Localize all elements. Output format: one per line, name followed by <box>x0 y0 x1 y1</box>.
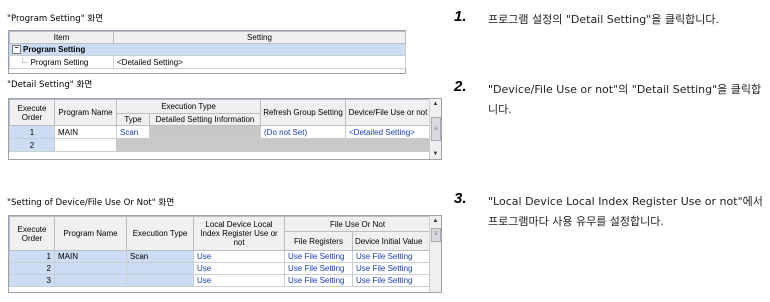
table-row[interactable]: 2 <box>9 138 431 152</box>
scroll-down-icon[interactable]: ▼ <box>430 149 441 159</box>
scroll-up-icon[interactable]: ▲ <box>430 99 441 109</box>
detailed-info-cell <box>149 138 261 152</box>
table-row[interactable]: 1 MAIN Scan Use Use File Setting Use Fil… <box>9 250 431 263</box>
program-name-cell[interactable] <box>54 138 117 152</box>
scroll-thumb[interactable]: ≡ <box>431 228 441 242</box>
program-name-cell: MAIN <box>54 250 127 263</box>
type-cell <box>116 138 150 152</box>
detail-setting-grid: Execute Order Program Name Execution Typ… <box>8 98 442 160</box>
program-name-cell[interactable]: MAIN <box>54 125 117 139</box>
execution-type-cell: Scan <box>126 250 194 263</box>
file-registers-header: File Registers <box>284 231 353 251</box>
execute-order-cell: 2 <box>9 262 55 275</box>
tree-connector-icon: └· <box>20 57 29 67</box>
execute-order-header: Execute Order <box>9 99 55 126</box>
table-row[interactable]: 3 Use Use File Setting Use File Setting <box>9 274 431 287</box>
program-setting-grid: Item Setting − Program Setting └· Program… <box>8 30 406 74</box>
execute-order-cell: 3 <box>9 274 55 287</box>
device-grid-scrollbar[interactable]: ▲ ≡ <box>429 216 441 292</box>
step-1: 1. 프로그램 설정의 "Detail Setting"을 클릭합니다. <box>454 8 764 52</box>
device-file-header: Device/File Use or not <box>345 99 431 126</box>
refresh-group-cell <box>260 138 346 152</box>
detail-setting-caption: "Detail Setting" 화면 <box>7 80 93 90</box>
device-file-grid: Execute Order Program Name Execution Typ… <box>8 215 442 293</box>
program-name-cell <box>54 274 127 287</box>
step-text: 프로그램 설정의 "Detail Setting"을 클릭합니다. <box>488 13 719 26</box>
step-number: 3. <box>454 190 467 207</box>
detailed-setting-cell[interactable]: <Detailed Setting> <box>113 55 406 69</box>
device-file-detail-cell <box>345 138 431 152</box>
type-cell[interactable]: Scan <box>116 125 150 139</box>
program-name-header: Program Name <box>54 99 117 126</box>
file-registers-cell[interactable]: Use File Setting <box>284 274 353 287</box>
device-initial-cell[interactable]: Use File Setting <box>352 250 431 263</box>
device-initial-cell[interactable]: Use File Setting <box>352 262 431 275</box>
detailed-info-header: Detailed Setting Information <box>149 113 261 126</box>
device-file-detail-cell[interactable]: <Detailed Setting> <box>345 125 431 139</box>
file-use-header: File Use Or Not <box>284 216 431 232</box>
step-text: "Device/File Use or not"의 "Detail Settin… <box>488 83 762 116</box>
program-setting-group[interactable]: − Program Setting <box>9 43 114 56</box>
program-name-cell <box>54 262 127 275</box>
program-setting-caption: "Program Setting" 화면 <box>7 14 104 24</box>
scroll-thumb[interactable]: ≡ <box>431 117 441 141</box>
local-device-cell[interactable]: Use <box>193 262 285 275</box>
local-device-cell[interactable]: Use <box>193 274 285 287</box>
scroll-up-icon[interactable]: ▲ <box>430 216 441 226</box>
step-3: 3. "Local Device Local Index Register Us… <box>454 190 764 260</box>
step-2: 2. "Device/File Use or not"의 "Detail Set… <box>454 78 764 122</box>
execute-order-cell: 1 <box>9 125 55 139</box>
detailed-info-cell <box>149 125 261 139</box>
program-setting-group-label: Program Setting <box>23 44 86 54</box>
item-column-header: Item <box>9 31 114 44</box>
program-setting-item-label: Program Setting <box>30 57 89 67</box>
collapse-toggle-icon[interactable]: − <box>12 45 21 55</box>
execute-order-cell: 2 <box>9 138 55 152</box>
program-setting-item[interactable]: └· Program Setting <box>9 55 114 69</box>
refresh-group-header: Refresh Group Setting <box>260 99 346 126</box>
execution-type-header: Execution Type <box>126 216 194 251</box>
step-text: "Local Device Local Index Register Use o… <box>488 195 763 228</box>
execution-type-header: Execution Type <box>116 99 261 114</box>
execution-type-cell <box>126 274 194 287</box>
type-header: Type <box>116 113 150 126</box>
file-registers-cell[interactable]: Use File Setting <box>284 250 353 263</box>
table-row[interactable]: 2 Use Use File Setting Use File Setting <box>9 262 431 275</box>
device-initial-header: Device Initial Value <box>352 231 431 251</box>
local-device-header: Local Device Local Index Register Use or… <box>193 216 285 251</box>
execution-type-cell <box>126 262 194 275</box>
refresh-group-cell[interactable]: (Do not Set) <box>260 125 346 139</box>
device-file-caption: "Setting of Device/File Use Or Not" 화면 <box>7 198 175 208</box>
step-number: 1. <box>454 8 467 25</box>
local-device-cell[interactable]: Use <box>193 250 285 263</box>
detail-grid-scrollbar[interactable]: ▲ ≡ ▼ <box>429 99 441 159</box>
device-initial-cell[interactable]: Use File Setting <box>352 274 431 287</box>
file-registers-cell[interactable]: Use File Setting <box>284 262 353 275</box>
program-name-header: Program Name <box>54 216 127 251</box>
step-number: 2. <box>454 78 467 95</box>
execute-order-header: Execute Order <box>9 216 55 251</box>
execute-order-cell: 1 <box>9 250 55 263</box>
table-row[interactable]: 1 MAIN Scan (Do not Set) <Detailed Setti… <box>9 125 431 139</box>
setting-column-header: Setting <box>113 31 406 44</box>
